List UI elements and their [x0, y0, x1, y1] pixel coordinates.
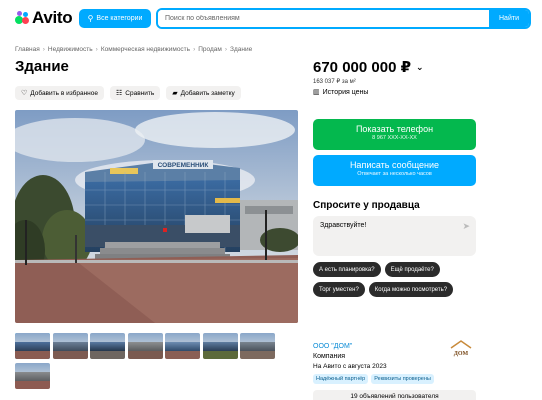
- price-history-label: История цены: [322, 88, 369, 96]
- seller-name-link[interactable]: ООО "ДОМ": [313, 343, 352, 350]
- seller-badges: Надёжный партнёр Реквизиты проверены: [313, 374, 434, 384]
- page-title: Здание: [15, 58, 69, 75]
- note-icon: ▰: [172, 89, 178, 97]
- write-message-label: Написать сообщение: [349, 160, 440, 170]
- photo-thumbnail[interactable]: [165, 333, 200, 359]
- price-history-link[interactable]: ▥ История цены: [313, 88, 369, 97]
- seller-ads-button[interactable]: 19 объявлений пользователя: [313, 390, 476, 400]
- chevron-down-icon[interactable]: ⌄: [416, 62, 424, 73]
- response-time: Отвечает за несколько часов: [357, 171, 432, 177]
- logo-dots-icon: [15, 11, 29, 25]
- all-categories-label: Все категории: [96, 15, 143, 22]
- building-sign-text: СОВРЕМЕННИК: [158, 162, 209, 169]
- chart-icon: ▥: [313, 89, 320, 96]
- add-note-button[interactable]: ▰ Добавить заметку: [166, 86, 241, 100]
- building-photo: СОВРЕМЕННИК: [15, 110, 298, 323]
- photo-thumbnails: [15, 333, 298, 389]
- breadcrumb-item[interactable]: Главная: [15, 46, 40, 53]
- show-phone-button[interactable]: Показать телефон 8 967 XXX-XX-XX: [313, 119, 476, 150]
- heart-icon: ♡: [21, 89, 28, 97]
- send-icon[interactable]: ➤: [462, 221, 470, 232]
- chevron-right-icon: ›: [224, 46, 228, 53]
- photo-thumbnail[interactable]: [52, 333, 88, 359]
- all-categories-button[interactable]: ⚲ Все категории: [79, 9, 151, 28]
- search-button[interactable]: Найти: [489, 10, 529, 27]
- breadcrumb-item[interactable]: Недвижимость: [48, 46, 93, 53]
- quick-question-chip[interactable]: Когда можно посмотреть?: [368, 282, 454, 297]
- chevron-right-icon: ›: [95, 46, 98, 53]
- breadcrumb: Главная › Недвижимость › Коммерческая недв…: [15, 46, 252, 53]
- chevron-right-icon: ›: [193, 46, 196, 53]
- price-per-sqm: 163 037 ₽ за м²: [313, 79, 356, 85]
- reliable-partner-badge: Надёжный партнёр: [313, 374, 369, 384]
- add-to-favorites-label: Добавить в избранное: [30, 89, 98, 97]
- categories-icon: ⚲: [87, 14, 94, 23]
- ask-seller-title: Спросите у продавца: [313, 200, 420, 211]
- show-phone-label: Показать телефон: [355, 124, 434, 134]
- write-message-button[interactable]: Написать сообщение Отвечает за несколько…: [313, 155, 476, 186]
- main-photo[interactable]: СОВРЕМЕННИК: [15, 110, 298, 323]
- seller-logo-text: ДОМ: [454, 351, 469, 357]
- quick-question-chip[interactable]: Торг уместен?: [313, 282, 365, 297]
- phone-masked: 8 967 XXX-XX-XX: [372, 135, 417, 141]
- compare-button[interactable]: ☷ Сравнить: [109, 86, 161, 100]
- breadcrumb-item[interactable]: Здание: [230, 46, 252, 53]
- seller-type: Компания: [313, 353, 346, 360]
- ask-message-value: Здравствуйте!: [320, 222, 367, 229]
- chevron-right-icon: ›: [42, 46, 45, 53]
- seller-since: На Авито с августа 2023: [313, 363, 387, 370]
- add-note-label: Добавить заметку: [180, 89, 235, 97]
- breadcrumb-item[interactable]: Коммерческая недвижимость: [101, 46, 190, 53]
- quick-question-chip[interactable]: Ещё продаёте?: [384, 262, 440, 277]
- quick-questions: А есть планировка? Ещё продаёте? Торг ум…: [313, 262, 483, 297]
- breadcrumb-item[interactable]: Продам: [198, 46, 222, 53]
- photo-thumbnail[interactable]: [90, 333, 125, 359]
- compare-label: Сравнить: [125, 89, 155, 97]
- listing-actions: ♡ Добавить в избранное ☷ Сравнить ▰ Доба…: [15, 86, 241, 100]
- verified-details-badge: Реквизиты проверены: [371, 374, 434, 384]
- search-bar: Найти: [156, 8, 531, 29]
- price: 670 000 000 ₽ ⌄: [313, 58, 424, 76]
- photo-thumbnail[interactable]: [15, 333, 50, 359]
- compare-icon: ☷: [115, 89, 123, 97]
- price-value: 670 000 000 ₽: [313, 59, 412, 76]
- add-to-favorites-button[interactable]: ♡ Добавить в избранное: [15, 86, 104, 100]
- photo-thumbnail[interactable]: [202, 333, 238, 359]
- seller-logo-icon[interactable]: ДОМ: [448, 339, 474, 357]
- logo-text: Avito: [32, 8, 73, 27]
- photo-thumbnail[interactable]: [240, 333, 275, 359]
- quick-question-chip[interactable]: А есть планировка?: [313, 262, 381, 277]
- photo-thumbnail[interactable]: [127, 333, 163, 359]
- ask-seller-message-field[interactable]: Здравствуйте! ➤: [313, 216, 476, 256]
- avito-logo[interactable]: Avito: [15, 8, 73, 27]
- search-input[interactable]: [158, 10, 489, 27]
- photo-thumbnail[interactable]: [15, 363, 50, 389]
